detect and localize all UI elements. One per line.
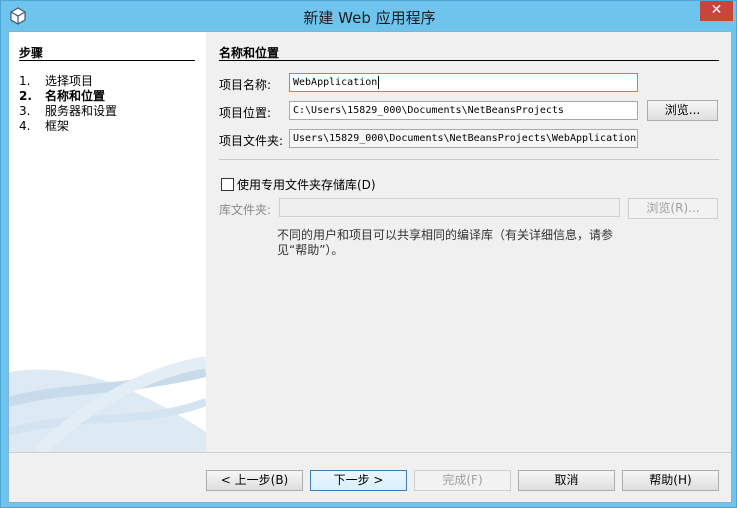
- next-button[interactable]: 下一步 >: [310, 470, 407, 491]
- dedicated-folder-checkbox[interactable]: [221, 178, 234, 191]
- panel-title: 名称和位置: [219, 46, 280, 60]
- cancel-button[interactable]: 取消: [518, 470, 615, 491]
- title-bar[interactable]: 新建 Web 应用程序 ✕: [1, 1, 737, 31]
- back-button[interactable]: < 上一步(B): [206, 470, 303, 491]
- panel-title-divider: [219, 60, 719, 61]
- dedicated-folder-label[interactable]: 使用专用文件夹存储库(D): [237, 176, 376, 193]
- steps-pane: 步骤 1. 选择项目 2. 名称和位置 3. 服务器和设置 4. 框架: [9, 32, 206, 452]
- library-folder-input[interactable]: [279, 198, 620, 217]
- close-button[interactable]: ✕: [700, 1, 733, 21]
- project-location-label: 项目位置:: [219, 106, 272, 120]
- steps-divider: [19, 60, 195, 61]
- project-folder-field[interactable]: Users\15829_000\Documents\NetBeansProjec…: [289, 129, 638, 148]
- help-button[interactable]: 帮助(H): [622, 470, 719, 491]
- decorative-swoosh-graphic: [9, 356, 206, 452]
- library-folder-label: 库文件夹:: [219, 203, 272, 217]
- browse-library-button[interactable]: 浏览(R)...: [628, 198, 718, 219]
- project-location-input[interactable]: C:\Users\15829_000\Documents\NetBeansPro…: [289, 101, 638, 120]
- window-title: 新建 Web 应用程序: [303, 9, 436, 27]
- library-note: 不同的用户和项目可以共享相同的编译库（有关详细信息，请参见“帮助”）。: [277, 228, 614, 257]
- project-folder-label: 项目文件夹:: [219, 134, 284, 148]
- step-item: 4. 框架: [19, 119, 70, 133]
- steps-title: 步骤: [19, 46, 44, 60]
- project-name-label: 项目名称:: [219, 78, 272, 92]
- section-separator: [219, 159, 719, 160]
- text-caret: [378, 75, 380, 89]
- dialog-window: 新建 Web 应用程序 ✕ 步骤 1. 选择项目 2. 名称和位置 3. 服务器和设置…: [0, 0, 737, 508]
- dialog-content: 步骤 1. 选择项目 2. 名称和位置 3. 服务器和设置 4. 框架 名称和位置 项目…: [8, 31, 732, 503]
- browse-location-button[interactable]: 浏览...: [647, 100, 718, 121]
- footer-divider: [9, 452, 731, 453]
- project-name-input[interactable]: WebApplication: [289, 73, 638, 92]
- finish-button[interactable]: 完成(F): [414, 470, 511, 491]
